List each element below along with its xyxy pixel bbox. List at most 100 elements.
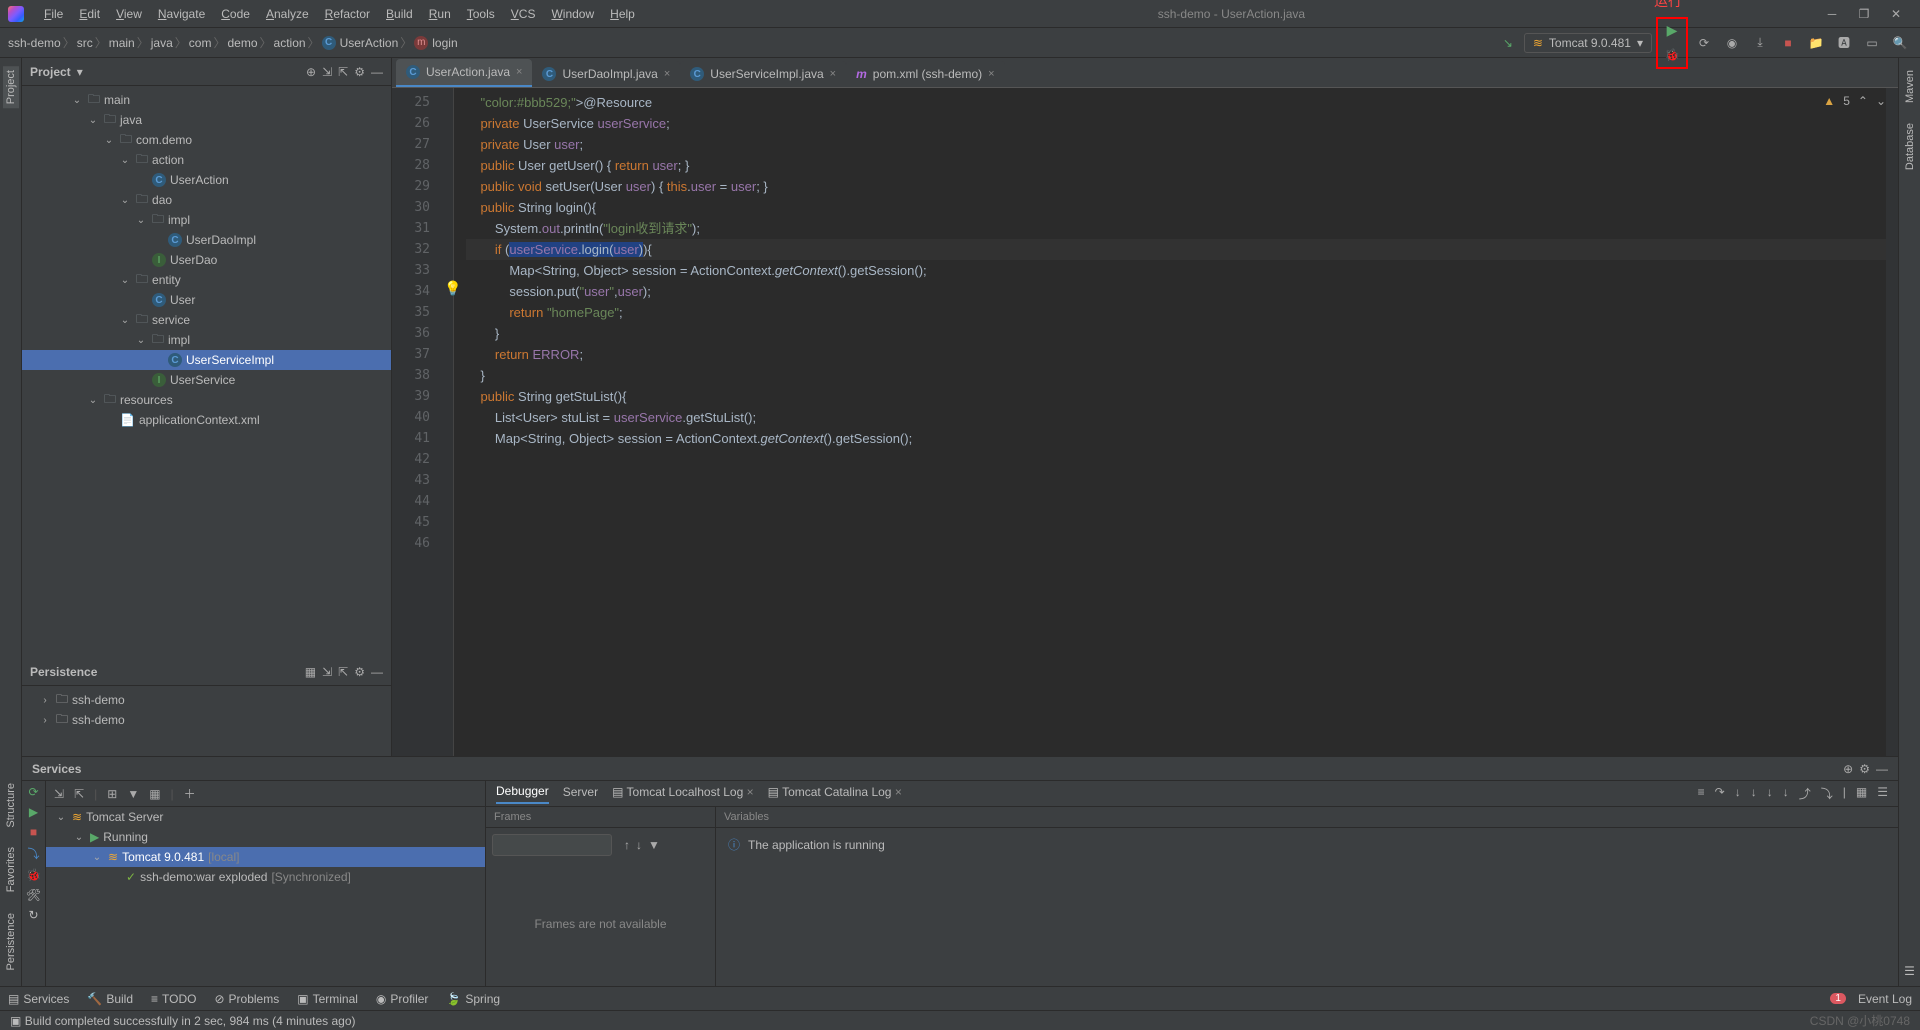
breadcrumb-item[interactable]: UserAction: [340, 36, 399, 50]
fold-gutter[interactable]: [440, 88, 454, 756]
bottom-tab-profiler[interactable]: ◉Profiler: [376, 992, 429, 1006]
profile-button[interactable]: ◉: [1720, 31, 1744, 55]
tree-item[interactable]: ⌄🗀service: [22, 310, 391, 330]
menu-run[interactable]: Run: [421, 5, 459, 23]
editor-tab[interactable]: mpom.xml (ssh-demo)×: [846, 61, 1004, 87]
persistence-tool-button[interactable]: Persistence: [3, 909, 19, 974]
bottom-tab-todo[interactable]: ≡TODO: [151, 992, 196, 1006]
filter-icon[interactable]: ▼: [648, 838, 660, 852]
run-button[interactable]: ▶: [1660, 19, 1684, 43]
debug-action-icon[interactable]: ↓: [1767, 785, 1773, 802]
tree-item[interactable]: CUser: [22, 290, 391, 310]
debug-action-icon[interactable]: ▦: [1856, 785, 1867, 802]
add-icon[interactable]: ＋: [184, 785, 196, 802]
debug-action-icon[interactable]: ⤴: [1799, 785, 1811, 802]
debug-action-icon[interactable]: ↓: [1735, 785, 1741, 802]
menu-refactor[interactable]: Refactor: [317, 5, 378, 23]
debugger-tab[interactable]: Server: [563, 785, 598, 803]
gear-icon[interactable]: ⚙: [1859, 762, 1870, 776]
expand-icon[interactable]: ⇲: [322, 665, 332, 679]
bottom-tab-terminal[interactable]: ▣Terminal: [297, 992, 358, 1006]
service-tree-item[interactable]: ⌄≋ Tomcat 9.0.481 [local]: [46, 847, 485, 867]
menu-help[interactable]: Help: [602, 5, 643, 23]
tree-item[interactable]: 📄applicationContext.xml: [22, 410, 391, 430]
rerun-icon[interactable]: ⟳: [28, 785, 38, 799]
breadcrumb-item[interactable]: action: [274, 36, 306, 50]
group-icon[interactable]: ⊞: [107, 787, 117, 801]
run-configuration-selector[interactable]: ≋ Tomcat 9.0.481 ▾: [1524, 33, 1652, 53]
hide-icon[interactable]: —: [371, 65, 383, 79]
build-button[interactable]: ↘: [1496, 31, 1520, 55]
translate-icon[interactable]: 🅰: [1832, 31, 1856, 55]
expand-icon[interactable]: ⇲: [322, 65, 332, 79]
breadcrumb-item[interactable]: login: [432, 36, 457, 50]
view-icon[interactable]: ▦: [149, 787, 160, 801]
favorites-tool-button[interactable]: Favorites: [3, 843, 19, 896]
gear-icon[interactable]: ⚙: [354, 65, 365, 79]
tree-item[interactable]: ⌄🗀action: [22, 150, 391, 170]
coverage-button[interactable]: ⟳: [1692, 31, 1716, 55]
locate-icon[interactable]: ⊕: [1843, 762, 1853, 776]
menu-build[interactable]: Build: [378, 5, 421, 23]
menu-navigate[interactable]: Navigate: [150, 5, 213, 23]
debug-icon[interactable]: 🐞: [26, 868, 41, 882]
stop-button[interactable]: ■: [1776, 31, 1800, 55]
persistence-item[interactable]: ›🗀ssh-demo: [22, 710, 391, 730]
menu-code[interactable]: Code: [213, 5, 258, 23]
up-icon[interactable]: ↑: [624, 838, 630, 852]
editor-tab[interactable]: CUserAction.java×: [396, 59, 532, 87]
debug-action-icon[interactable]: ↷: [1715, 785, 1725, 802]
filter-icon[interactable]: ▼: [127, 787, 139, 801]
editor-tab[interactable]: CUserServiceImpl.java×: [680, 61, 846, 87]
tree-item[interactable]: CUserServiceImpl: [22, 350, 391, 370]
tree-item[interactable]: ⌄🗀java: [22, 110, 391, 130]
search-button[interactable]: 🔍: [1888, 31, 1912, 55]
breadcrumb-item[interactable]: java: [151, 36, 173, 50]
service-tree-item[interactable]: ⌄≋ Tomcat Server: [46, 807, 485, 827]
persistence-tree[interactable]: ›🗀ssh-demo›🗀ssh-demo: [22, 686, 391, 756]
breadcrumb-item[interactable]: com: [189, 36, 212, 50]
event-log-button[interactable]: Event Log: [1858, 992, 1912, 1006]
menu-edit[interactable]: Edit: [71, 5, 108, 23]
attach-button[interactable]: ⤓: [1748, 31, 1772, 55]
debug-step-icon[interactable]: ⤵: [27, 845, 39, 862]
code-editor[interactable]: "color:#bbb529;">@Resource private UserS…: [454, 88, 1886, 756]
services-tree[interactable]: ⌄≋ Tomcat Server⌄▶ Running⌄≋ Tomcat 9.0.…: [46, 807, 485, 887]
breadcrumb-item[interactable]: demo: [227, 36, 257, 50]
service-tree-item[interactable]: ⌄▶ Running: [46, 827, 485, 847]
tree-item[interactable]: ⌄🗀com.demo: [22, 130, 391, 150]
refresh-icon[interactable]: ↻: [28, 908, 38, 922]
editor-marks[interactable]: [1886, 88, 1898, 756]
menu-file[interactable]: File: [36, 5, 71, 23]
er-icon[interactable]: ▦: [305, 665, 316, 679]
tree-item[interactable]: ⌄🗀dao: [22, 190, 391, 210]
debug-button[interactable]: 🐞: [1660, 43, 1684, 67]
bottom-tab-build[interactable]: 🔨Build: [87, 992, 133, 1006]
project-tool-button[interactable]: Project: [3, 66, 19, 108]
locate-icon[interactable]: ⊕: [306, 65, 316, 79]
stop-icon[interactable]: ■: [30, 825, 37, 839]
debug-action-icon[interactable]: |: [1843, 785, 1846, 802]
debug-action-icon[interactable]: ↓: [1751, 785, 1757, 802]
collapse-all-icon[interactable]: ⇱: [74, 787, 84, 801]
hide-icon[interactable]: —: [371, 665, 383, 679]
tree-item[interactable]: IUserDao: [22, 250, 391, 270]
maven-tool-button[interactable]: Maven: [1902, 66, 1918, 107]
tools-icon[interactable]: 🛠: [26, 888, 41, 902]
menu-vcs[interactable]: VCS: [503, 5, 544, 23]
layout-button[interactable]: ▭: [1860, 31, 1884, 55]
run-icon[interactable]: ▶: [29, 805, 38, 819]
tree-item[interactable]: CUserAction: [22, 170, 391, 190]
tree-item[interactable]: ⌄🗀resources: [22, 390, 391, 410]
tree-item[interactable]: ⌄🗀entity: [22, 270, 391, 290]
debug-action-icon[interactable]: ☰: [1877, 785, 1888, 802]
hide-icon[interactable]: —: [1876, 762, 1888, 776]
tree-item[interactable]: CUserDaoImpl: [22, 230, 391, 250]
close-tab-icon[interactable]: ×: [988, 68, 994, 80]
breadcrumb-item[interactable]: main: [109, 36, 135, 50]
menu-window[interactable]: Window: [543, 5, 602, 23]
debug-action-icon[interactable]: ≡: [1698, 785, 1705, 802]
debugger-tab[interactable]: ▤ Tomcat Catalina Log ×: [768, 785, 902, 803]
bottom-tab-problems[interactable]: ⊘Problems: [214, 992, 279, 1006]
breadcrumb-item[interactable]: ssh-demo: [8, 36, 61, 50]
